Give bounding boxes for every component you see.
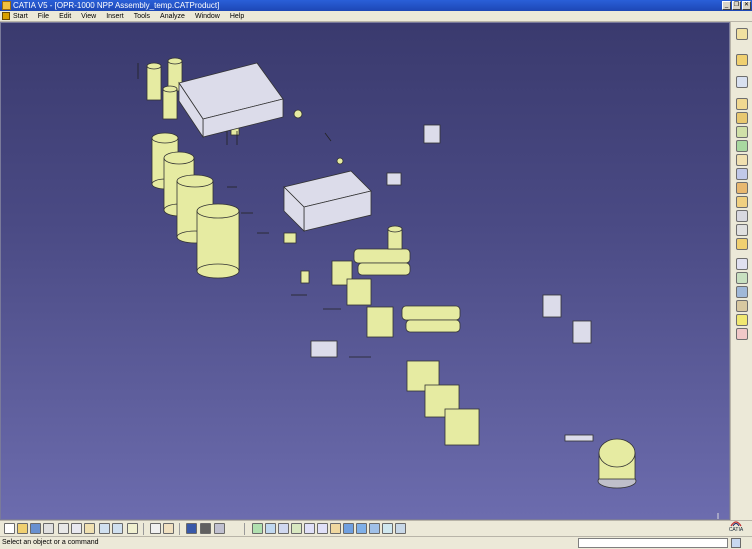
undo-icon[interactable] bbox=[99, 523, 110, 534]
small-tank-3[interactable] bbox=[162, 85, 178, 120]
toolbar-separator-3 bbox=[244, 523, 245, 535]
restore-button[interactable]: ❐ bbox=[732, 1, 741, 10]
fast-multi-instantiation-icon[interactable] bbox=[736, 224, 748, 236]
swap-visible-icon[interactable] bbox=[395, 523, 406, 534]
generate-numbering-icon[interactable] bbox=[736, 168, 748, 180]
replace-icon[interactable] bbox=[736, 140, 748, 152]
multi-instantiation-icon[interactable] bbox=[736, 210, 748, 222]
zoom-out-icon[interactable] bbox=[317, 523, 328, 534]
window-title: CATIA V5 - [OPR-1000 NPP Assembly_temp.C… bbox=[13, 1, 220, 10]
hide-show-icon[interactable] bbox=[382, 523, 393, 534]
storage-tank-4[interactable] bbox=[196, 203, 240, 279]
sketch-icon[interactable] bbox=[736, 54, 748, 66]
zoom-in-icon[interactable] bbox=[304, 523, 315, 534]
menu-window[interactable]: Window bbox=[190, 11, 225, 22]
pipe-segment-1[interactable] bbox=[564, 434, 594, 442]
fit-all-icon[interactable] bbox=[265, 523, 276, 534]
heat-exchanger-1[interactable] bbox=[353, 225, 411, 276]
redo-icon[interactable] bbox=[112, 523, 123, 534]
menu-tools[interactable]: Tools bbox=[129, 11, 155, 22]
display-icon[interactable] bbox=[186, 523, 197, 534]
graph-tree-icon[interactable] bbox=[736, 154, 748, 166]
catia-logo-text: CATIA bbox=[728, 527, 744, 533]
bottom-toolbar bbox=[0, 520, 752, 536]
menu-help[interactable]: Help bbox=[225, 11, 249, 22]
select-icon[interactable] bbox=[736, 28, 748, 40]
status-bar: Select an object or a command bbox=[0, 536, 752, 549]
command-enter-icon[interactable] bbox=[731, 538, 741, 548]
pump-4[interactable] bbox=[300, 270, 310, 284]
menu-analyze[interactable]: Analyze bbox=[155, 11, 190, 22]
small-tank-1[interactable] bbox=[146, 62, 162, 101]
catia-logo: CATIA bbox=[724, 518, 748, 534]
menu-view[interactable]: View bbox=[76, 11, 101, 22]
selective-load-icon[interactable] bbox=[736, 182, 748, 194]
fly-mode-icon[interactable] bbox=[252, 523, 263, 534]
save-icon[interactable] bbox=[30, 523, 41, 534]
product-icon[interactable] bbox=[736, 98, 748, 110]
cabinet-4[interactable] bbox=[386, 172, 402, 186]
menu-bar: Start File Edit View Insert Tools Analyz… bbox=[0, 11, 752, 22]
status-message: Select an object or a command bbox=[2, 539, 99, 546]
render-icon[interactable] bbox=[214, 523, 225, 534]
menu-insert[interactable]: Insert bbox=[101, 11, 129, 22]
normal-view-icon[interactable] bbox=[330, 523, 341, 534]
shading-icon[interactable] bbox=[369, 523, 380, 534]
title-bar: CATIA V5 - [OPR-1000 NPP Assembly_temp.C… bbox=[0, 0, 752, 11]
minimize-button[interactable]: _ bbox=[722, 1, 731, 10]
knowledge-icon[interactable] bbox=[163, 523, 174, 534]
print-icon[interactable] bbox=[43, 523, 54, 534]
cut-icon[interactable] bbox=[58, 523, 69, 534]
isometric-view-icon[interactable] bbox=[356, 523, 367, 534]
menu-edit[interactable]: Edit bbox=[54, 11, 76, 22]
menu-start[interactable]: Start bbox=[12, 11, 33, 22]
whats-this-icon[interactable] bbox=[127, 523, 138, 534]
rotate-view-icon[interactable] bbox=[291, 523, 302, 534]
toolbar-separator-1 bbox=[143, 523, 144, 535]
building-2[interactable] bbox=[283, 170, 372, 232]
pump-3[interactable] bbox=[283, 232, 297, 244]
skid-2[interactable] bbox=[406, 360, 480, 446]
menu-file[interactable]: File bbox=[33, 11, 54, 22]
constraint-icon[interactable] bbox=[736, 258, 748, 270]
stop-manipulate-icon[interactable] bbox=[736, 300, 748, 312]
pipe-line-4 bbox=[324, 132, 332, 142]
3d-viewport[interactable] bbox=[0, 22, 730, 520]
clash-icon[interactable] bbox=[736, 328, 748, 340]
building-1[interactable] bbox=[178, 62, 284, 139]
pump-2[interactable] bbox=[336, 157, 344, 165]
paste-icon[interactable] bbox=[84, 523, 95, 534]
copy-icon[interactable] bbox=[71, 523, 82, 534]
explode-icon[interactable] bbox=[736, 286, 748, 298]
close-button[interactable]: ✕ bbox=[742, 1, 751, 10]
plant-assembly-scene bbox=[137, 57, 637, 489]
heat-exchanger-2[interactable] bbox=[401, 305, 461, 333]
cabinet-2[interactable] bbox=[542, 294, 562, 318]
command-input[interactable] bbox=[578, 538, 728, 548]
rotate-icon[interactable] bbox=[736, 76, 748, 88]
cabinet-1[interactable] bbox=[423, 124, 441, 144]
component-icon[interactable] bbox=[736, 112, 748, 124]
reorder-icon[interactable] bbox=[736, 238, 748, 250]
catia-app-icon bbox=[2, 1, 11, 10]
platform-1[interactable] bbox=[310, 340, 338, 358]
window-controls: _ ❐ ✕ bbox=[722, 1, 751, 10]
start-menu-icon[interactable] bbox=[2, 12, 10, 20]
manage-representations-icon[interactable] bbox=[736, 196, 748, 208]
right-toolbar bbox=[730, 22, 752, 520]
containment-dome[interactable] bbox=[597, 438, 637, 489]
formula-icon[interactable] bbox=[150, 523, 161, 534]
existing-component-icon[interactable] bbox=[736, 126, 748, 138]
open-icon[interactable] bbox=[17, 523, 28, 534]
pump-1[interactable] bbox=[293, 109, 303, 119]
snap-icon[interactable] bbox=[736, 272, 748, 284]
cabinet-3[interactable] bbox=[572, 320, 592, 344]
bulb-icon[interactable] bbox=[736, 314, 748, 326]
create-view-icon[interactable] bbox=[343, 523, 354, 534]
material-icon[interactable] bbox=[200, 523, 211, 534]
toolbar-separator-2 bbox=[179, 523, 180, 535]
pan-icon[interactable] bbox=[278, 523, 289, 534]
new-icon[interactable] bbox=[4, 523, 15, 534]
